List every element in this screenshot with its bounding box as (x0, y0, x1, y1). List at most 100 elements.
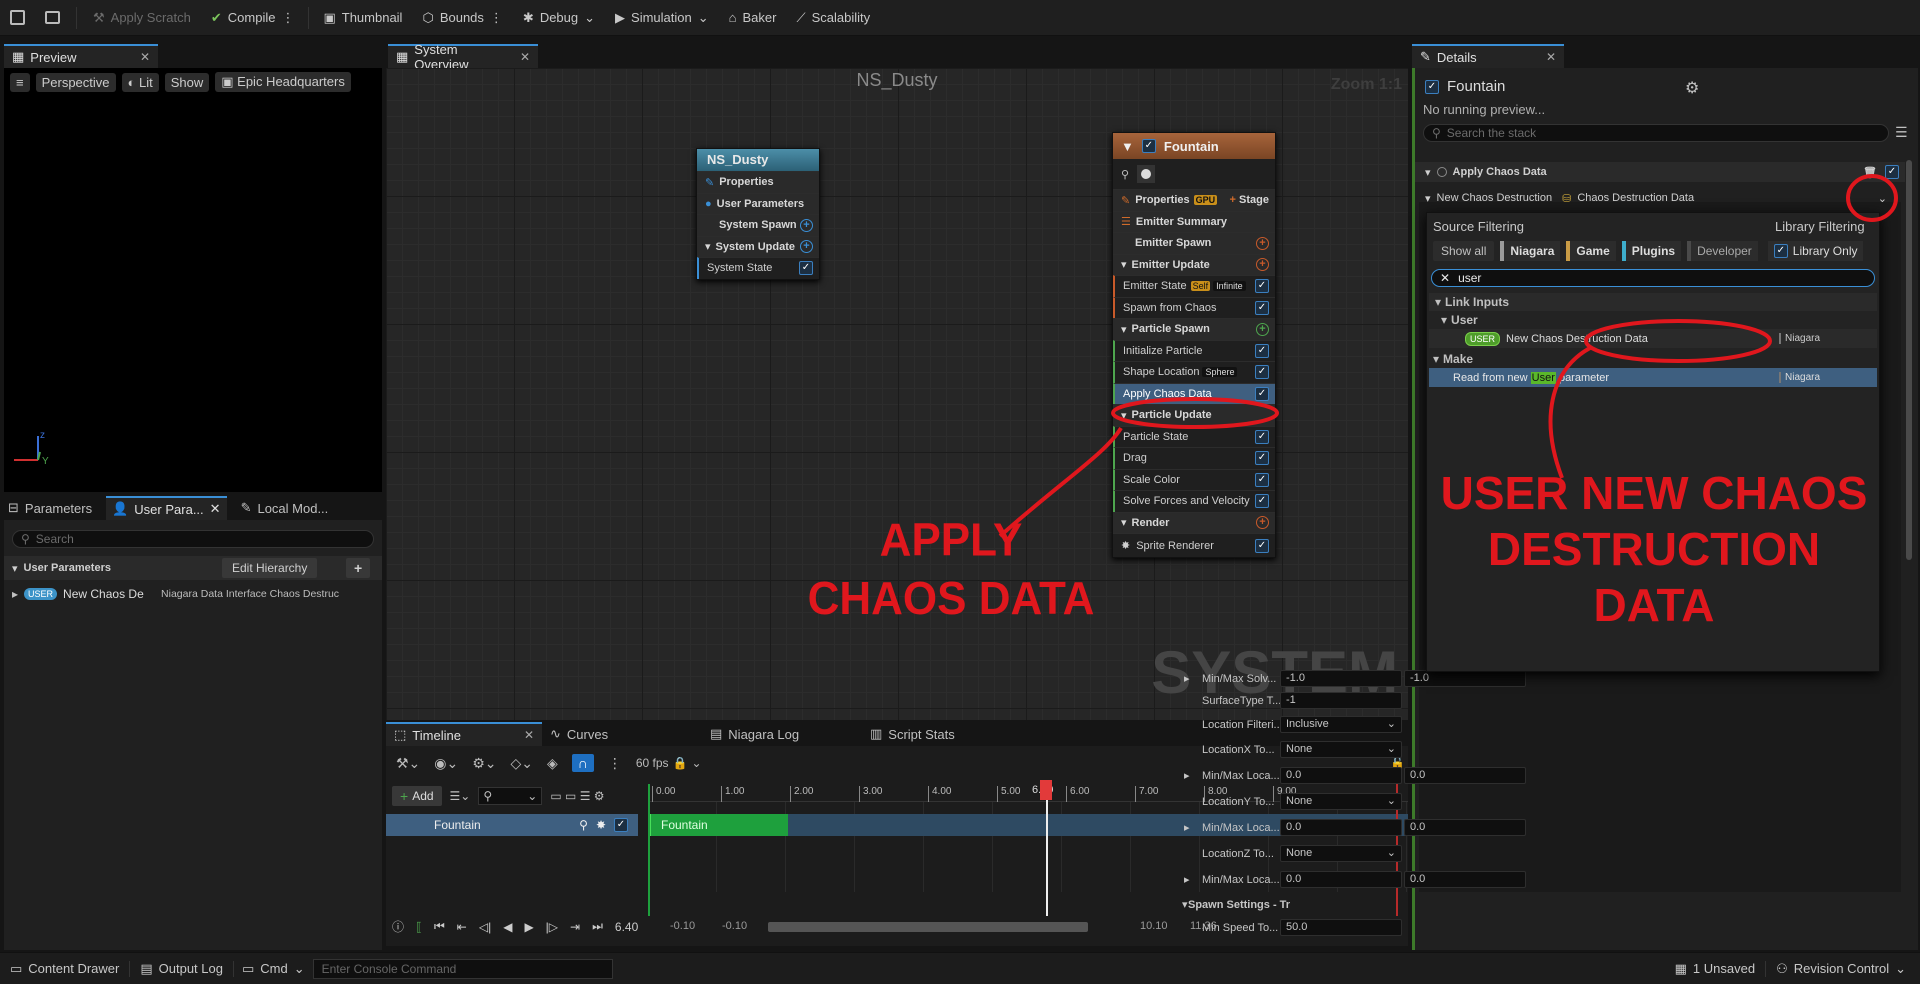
jump-end-icon[interactable]: ⏭ (592, 919, 603, 934)
current-time-field[interactable]: 6.40 (615, 920, 638, 934)
play-reverse-icon[interactable]: ◀ (503, 920, 512, 934)
tab-timeline[interactable]: ⬚ Timeline ✕ (386, 722, 542, 746)
track-row-fountain[interactable]: Fountain ⚲ ✸ (386, 814, 638, 836)
track-search-input[interactable]: ⚲ ⌄ (478, 787, 543, 805)
thumbnail-button[interactable]: ▣ Thumbnail (313, 1, 412, 35)
revision-control-button[interactable]: ⚇ Revision Control ⌄ (1765, 960, 1920, 977)
playhead-handle[interactable] (1040, 780, 1052, 800)
emitter-enable-checkbox[interactable] (1425, 79, 1439, 94)
jump-start-icon[interactable]: ⏮ (434, 919, 445, 934)
more-icon[interactable]: ⋮ (490, 10, 503, 26)
close-icon[interactable]: ✕ (520, 50, 530, 64)
locationz-dropdown[interactable]: None ⌄ (1280, 845, 1402, 862)
prop-row[interactable]: ▸ Min/Max Loca... 0.0 0.0 (1184, 817, 1544, 838)
fountain-clip[interactable]: Fountain (648, 814, 788, 836)
tools-icon[interactable]: ⚒⌄ (396, 755, 420, 772)
locationx-dropdown[interactable]: None ⌄ (1280, 741, 1402, 758)
tab-curves[interactable]: ∿ Curves (542, 726, 702, 742)
locationy-dropdown[interactable]: None ⌄ (1280, 793, 1402, 810)
next-frame-icon[interactable]: |▷ (546, 920, 558, 934)
console-input[interactable]: Enter Console Command (312, 958, 613, 979)
expand-icon[interactable]: ▸ (1184, 873, 1190, 886)
tab-user-parameters[interactable]: 👤 User Para... ✕ (106, 496, 227, 520)
filter-icon[interactable]: ☰⌄ (450, 789, 471, 803)
settings-gear-icon[interactable]: ⚙ (1685, 78, 1699, 98)
prop-row[interactable]: Min Speed To... 50.0 (1184, 917, 1544, 938)
expand-icon[interactable]: ▸ (1184, 672, 1190, 685)
save-icon (10, 10, 25, 25)
save-button[interactable] (0, 1, 35, 35)
user-parameter-row[interactable]: ▸ USER New Chaos De Niagara Data Interfa… (4, 584, 382, 604)
close-icon[interactable]: ✕ (1546, 50, 1556, 64)
debug-button[interactable]: ✱ Debug ⌄ (513, 1, 605, 35)
prop-row[interactable]: LocationX To... None ⌄ (1184, 739, 1544, 760)
params-search-input[interactable]: ⚲ Search (12, 530, 374, 548)
cmd-dropdown[interactable]: ▭ Cmd ⌄ (232, 960, 313, 977)
user-parameters-header[interactable]: ▾ User Parameters Edit Hierarchy + (4, 556, 382, 580)
track-layout-icon[interactable]: ▭ ▭ ☰ ⚙ (550, 789, 604, 803)
output-log-button[interactable]: ▤ Output Log (129, 960, 233, 977)
close-icon[interactable]: ✕ (140, 50, 150, 64)
lit-button[interactable]: ◐ Lit (121, 72, 159, 92)
track-pin-icon[interactable]: ⚲ (579, 818, 588, 832)
compile-button[interactable]: ✔ Compile ⋮ (201, 1, 305, 35)
track-enable-checkbox[interactable] (614, 818, 628, 832)
viewport-menu-icon[interactable]: ≡ (10, 72, 30, 92)
info-icon[interactable]: ⓘ (392, 918, 404, 935)
playhead[interactable] (1046, 784, 1048, 916)
bounds-button[interactable]: ⬡ Bounds ⋮ (412, 1, 512, 35)
tab-parameters[interactable]: ⊟ Parameters (8, 500, 92, 516)
tab-script-stats[interactable]: ▥ Script Stats (862, 726, 963, 742)
expand-icon[interactable]: ▸ (1184, 821, 1190, 834)
prop-row[interactable]: Location Filteri... Inclusive ⌄ (1184, 714, 1544, 735)
prev-frame-icon[interactable]: ◁| (479, 920, 491, 934)
browse-button[interactable] (35, 1, 70, 35)
close-icon[interactable]: ✕ (524, 728, 534, 742)
add-parameter-button[interactable]: + (346, 558, 371, 578)
content-drawer-button[interactable]: ▭ Content Drawer (0, 961, 129, 977)
more-icon[interactable]: ⋮ (281, 10, 294, 26)
playback-options-icon[interactable]: ⚙⌄ (472, 755, 496, 772)
prop-row[interactable]: ▸ Min/Max Loca... 0.0 0.0 (1184, 869, 1544, 890)
tab-local-modules[interactable]: ✎ Local Mod... (241, 500, 329, 516)
preview-viewport[interactable]: ≡ Perspective ◐ Lit Show ▣ Epic Headquar… (4, 68, 382, 492)
range-scrollbar[interactable] (768, 922, 1088, 932)
add-track-button[interactable]: + Add (392, 786, 442, 806)
simulation-button[interactable]: ▶ Simulation ⌄ (605, 1, 719, 35)
prop-row[interactable]: LocationZ To... None ⌄ (1184, 843, 1544, 864)
prop-row[interactable]: ▸ Min/Max Loca... 0.0 0.0 (1184, 765, 1544, 786)
show-button[interactable]: Show (164, 72, 210, 92)
edit-hierarchy-button[interactable]: Edit Hierarchy (222, 558, 318, 578)
tab-system-overview[interactable]: ▦ System Overview ✕ (388, 42, 538, 72)
tab-preview[interactable]: ▦ Preview ✕ (4, 44, 158, 68)
prop-row[interactable]: LocationY To... None ⌄ (1184, 791, 1544, 812)
perspective-button[interactable]: Perspective (35, 72, 116, 92)
level-button[interactable]: ▣ Epic Headquarters (215, 72, 351, 92)
spawn-settings-header[interactable]: ▾ Spawn Settings - Tr (1182, 894, 1544, 915)
system-overview-graph[interactable]: NS_Dusty Zoom 1:1 SYSTEM NS_Dusty ✎ Prope… (386, 68, 1408, 720)
user-chaos-annotation: USER NEW CHAOS DESTRUCTION DATA (1440, 467, 1868, 631)
next-key-icon[interactable]: ⇥ (570, 920, 580, 934)
keyframe-icon[interactable]: ◇⌄ (511, 755, 534, 772)
play-icon[interactable]: ▶ (524, 920, 533, 934)
unsaved-button[interactable]: ▦ 1 Unsaved (1665, 961, 1765, 977)
view-icon[interactable]: ◉⌄ (434, 755, 458, 772)
tab-details[interactable]: ✎ Details ✕ (1412, 44, 1564, 68)
ruler-tick-label: 7.00 (1135, 786, 1158, 802)
tab-niagara-log[interactable]: ▤ Niagara Log (702, 726, 862, 742)
prop-row[interactable]: SurfaceType T... -1 (1184, 690, 1544, 711)
fps-dropdown[interactable]: 60 fps 🔒 ⌄ (636, 756, 702, 770)
prev-key-icon[interactable]: ⇤ (457, 920, 467, 934)
loop-start-icon[interactable]: ⟦ (416, 920, 422, 934)
close-icon[interactable]: ✕ (210, 501, 221, 517)
apply-scratch-button[interactable]: ⚒ Apply Scratch (83, 1, 201, 35)
more-icon[interactable]: ⋮ (608, 755, 622, 772)
expand-icon[interactable]: ▸ (1184, 769, 1190, 782)
scalability-button[interactable]: ⟋ Scalability (786, 1, 880, 35)
location-filter-dropdown[interactable]: Inclusive ⌄ (1280, 716, 1402, 733)
stack-search-input[interactable]: ⚲ Search the stack (1423, 124, 1889, 142)
auto-key-icon[interactable]: ◈ (547, 755, 558, 772)
filter-icon[interactable]: ☰ (1895, 124, 1908, 141)
baker-button[interactable]: ⌂ Baker (719, 1, 787, 35)
snap-button[interactable]: ∩ (571, 754, 594, 772)
